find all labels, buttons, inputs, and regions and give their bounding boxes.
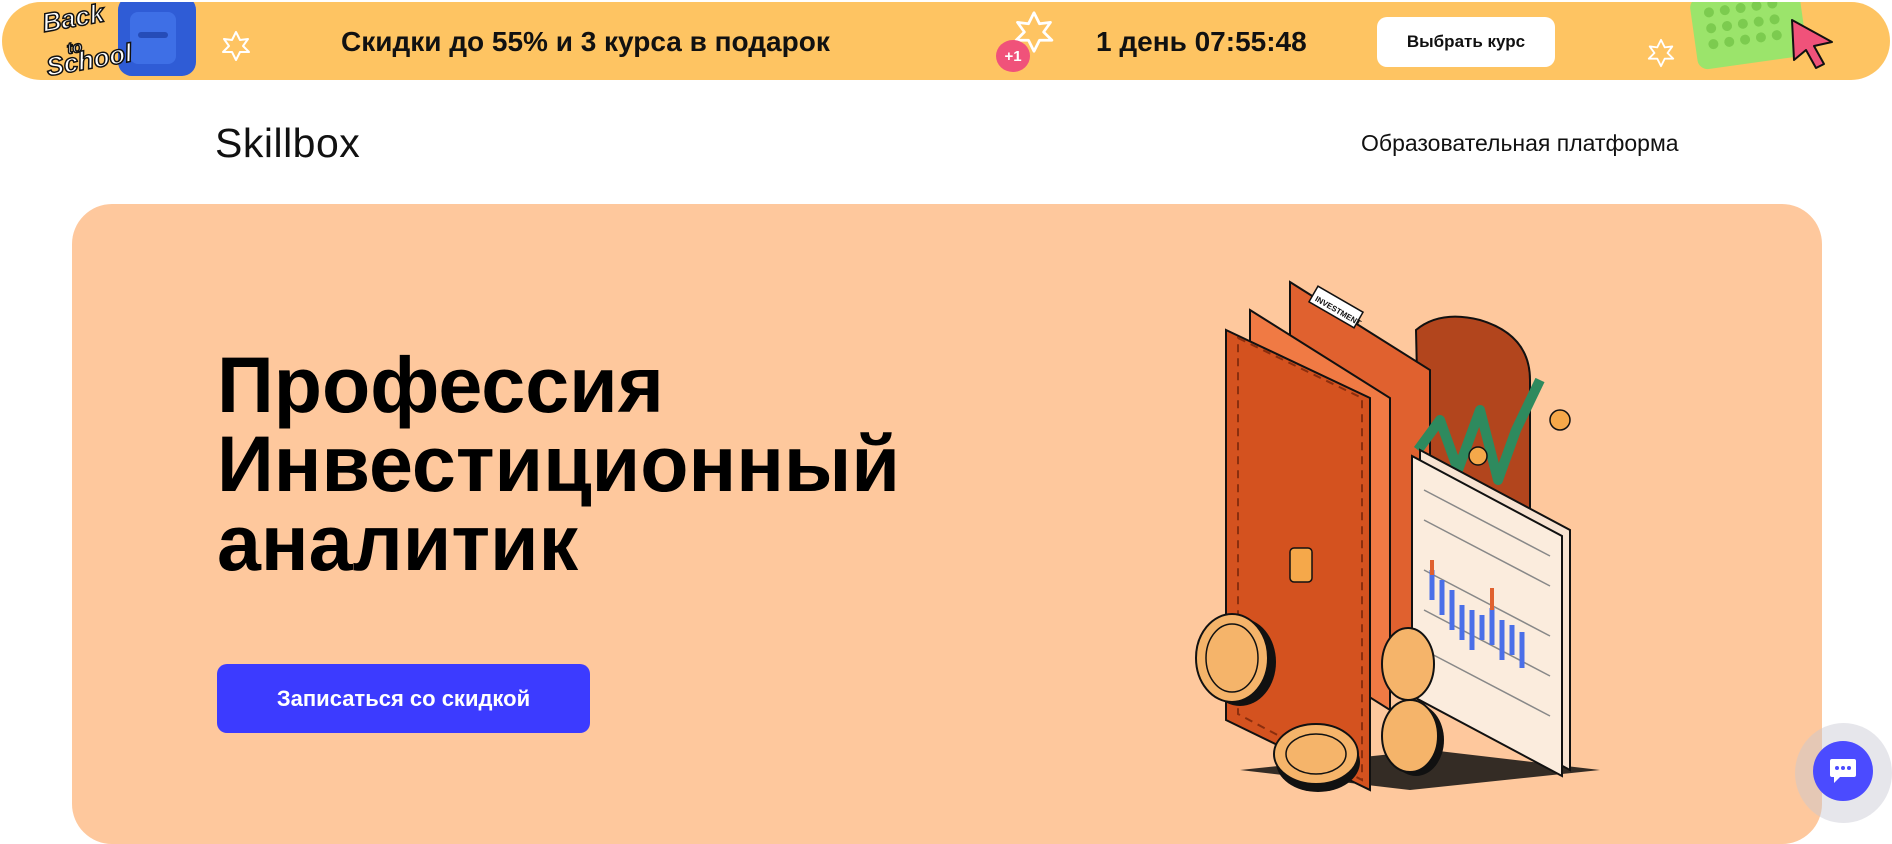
investment-wallet-illustration: INVESTMENT xyxy=(1195,280,1600,792)
platform-link[interactable]: Образовательная платформа xyxy=(1361,130,1679,157)
svg-text:Back: Back xyxy=(40,2,108,38)
chat-icon xyxy=(1830,759,1856,783)
chat-button[interactable] xyxy=(1813,741,1873,801)
countdown-timer: 1 день 07:55:48 xyxy=(1096,26,1307,57)
promo-banner[interactable]: Back to School Скидки до 55% и 3 курса в… xyxy=(2,2,1890,80)
svg-text:School: School xyxy=(44,37,135,80)
hero-title-line: аналитик xyxy=(217,498,579,587)
plus-one-badge: +1 xyxy=(996,40,1030,72)
promo-headline: Скидки до 55% и 3 курса в подарок xyxy=(341,26,830,57)
leaf-icon xyxy=(1647,38,1675,68)
hero-title-line: Профессия xyxy=(217,340,664,429)
hero-title-line: Инвестиционный xyxy=(217,419,900,508)
pop-it-toy-icon xyxy=(1690,2,1833,70)
enroll-discount-button[interactable]: Записаться со скидкой xyxy=(217,664,590,733)
leaf-icon xyxy=(222,31,250,61)
hero-title: Профессия Инвестиционный аналитик xyxy=(217,345,900,582)
choose-course-button[interactable]: Выбрать курс xyxy=(1377,17,1555,67)
back-to-school-badge: Back to School xyxy=(38,2,202,80)
skillbox-logo[interactable]: Skillbox xyxy=(215,120,360,167)
